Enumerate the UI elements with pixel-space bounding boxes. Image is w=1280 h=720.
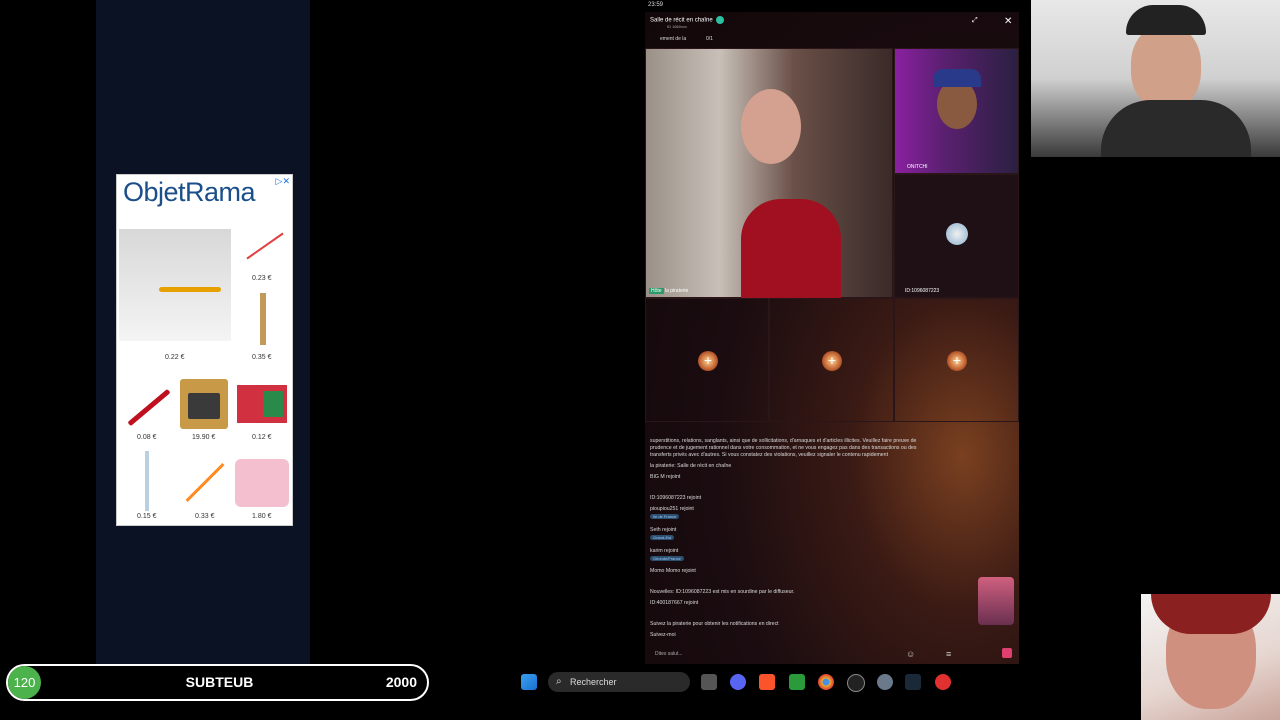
- ad-product-pen-large[interactable]: [119, 229, 231, 341]
- location-chip: Grand-Est: [650, 535, 675, 540]
- ad-product-wood-box[interactable]: [180, 379, 228, 429]
- search-icon: ⌕: [556, 676, 562, 687]
- ad-price: 0.23 €: [252, 275, 272, 282]
- live-app-window: Hôte la piraterie ONITCHI ID:1096087223 …: [645, 12, 1019, 664]
- add-seat-icon: +: [698, 351, 718, 371]
- goal-name: SUBTEUB: [185, 674, 254, 690]
- goal-target: 2000: [385, 674, 417, 690]
- add-seat-icon: +: [947, 351, 967, 371]
- ad-price: 1.80 €: [252, 513, 272, 520]
- chat-message: ID:1096087223 rejoint: [650, 495, 702, 501]
- room-header: Salle de récit en chaîne: [650, 16, 725, 24]
- emoji-icon[interactable]: ☺: [906, 649, 915, 659]
- sub-goal-bar: 120 SUBTEUB 2000: [6, 664, 429, 701]
- ad-price: 0.35 €: [252, 354, 272, 361]
- webcam-guest: [1141, 594, 1280, 720]
- add-seat-icon: +: [822, 351, 842, 371]
- seat-empty-3[interactable]: +: [894, 298, 1019, 422]
- ad-price: 0.33 €: [195, 513, 215, 520]
- ad-product-red-pen[interactable]: [121, 381, 173, 431]
- follow-button[interactable]: Suivez-moi: [650, 632, 676, 639]
- gift-banner[interactable]: [978, 577, 1014, 625]
- minimize-icon[interactable]: ⤢: [972, 17, 978, 25]
- menu-icon[interactable]: ≡: [946, 649, 951, 659]
- ad-price: 19.90 €: [192, 434, 216, 441]
- chat-chip-row: Ile de France: [650, 514, 681, 521]
- header-counter: 0/1: [706, 36, 713, 42]
- seat-empty-1[interactable]: +: [645, 298, 769, 422]
- location-chip: Gironde/France: [650, 556, 684, 561]
- advertisement[interactable]: ObjetRama ▷✕ 0.23 € 0.22 € 0.35 € 0.08 €…: [116, 174, 293, 526]
- header-tab[interactable]: ement de la: [660, 36, 686, 42]
- chrome-icon[interactable]: [818, 674, 834, 690]
- chat-message: transferts privés avec d'autres. Si vous…: [650, 452, 889, 458]
- search-label: Rechercher: [570, 677, 617, 687]
- task-view-icon[interactable]: [701, 674, 717, 690]
- avatar: [946, 223, 968, 245]
- ad-product-pink-bottle[interactable]: [235, 459, 289, 507]
- chat-message: BIG M rejoint: [650, 474, 681, 480]
- spreadsheet-icon[interactable]: [789, 674, 805, 690]
- seat-empty-2[interactable]: +: [769, 298, 894, 422]
- ad-product-white-pen[interactable]: [145, 451, 149, 511]
- host-label: la piraterie: [664, 288, 689, 294]
- ad-product-red-kit[interactable]: [237, 385, 287, 423]
- ad-price: 0.12 €: [252, 434, 272, 441]
- host-badge: Hôte: [649, 288, 664, 294]
- ad-product-orange-pen[interactable]: [177, 455, 231, 509]
- close-icon[interactable]: ✕: [1004, 16, 1012, 27]
- video-host[interactable]: Hôte la piraterie: [645, 48, 893, 299]
- adchoices-icon[interactable]: ▷✕: [276, 176, 290, 187]
- media-player-icon[interactable]: [935, 674, 951, 690]
- seat-occupied[interactable]: ID:1096087223: [894, 174, 1019, 298]
- windows-start-icon[interactable]: [521, 674, 537, 690]
- chat-message: superstitions, relations, sanglants, ain…: [650, 438, 917, 444]
- chat-message: Seth rejoint: [650, 527, 677, 533]
- settings-icon[interactable]: [877, 674, 893, 690]
- brave-icon[interactable]: [759, 674, 775, 690]
- chat-message: Momo Momo rejoint: [650, 568, 696, 574]
- ad-price: 0.15 €: [137, 513, 157, 520]
- chat-chip-row: Grand-Est: [650, 535, 676, 542]
- chat-message: pioupiou251 rejoint: [650, 506, 694, 512]
- location-chip: Ile de France: [650, 514, 680, 519]
- room-subtitle: ID 1660xxx: [667, 24, 688, 29]
- chat-message: la piraterie: Salle de récit en chaîne: [650, 463, 732, 469]
- chat-message: prudence et de jugement rationnel dans v…: [650, 445, 917, 451]
- steam-icon[interactable]: [905, 674, 921, 690]
- seat-label: ID:1096087223: [905, 288, 940, 294]
- verified-icon: [716, 16, 725, 24]
- chat-message: ID:400187667 rejoint: [650, 600, 699, 606]
- ad-price: 0.08 €: [137, 434, 157, 441]
- ad-product-pen-1[interactable]: [237, 221, 289, 271]
- chat-message: Nouvelles: ID:1096087223 est mis en sour…: [650, 589, 795, 595]
- taskbar-search[interactable]: ⌕ Rechercher: [548, 672, 690, 692]
- ad-price: 0.22 €: [165, 354, 185, 361]
- room-title: Salle de récit en chaîne: [650, 17, 713, 24]
- video-guest[interactable]: ONITCHI: [894, 48, 1019, 174]
- obs-icon[interactable]: [847, 674, 865, 692]
- webcam-streamer: [1031, 0, 1280, 157]
- chat-message: Suivez la piraterie pour obtenir les not…: [650, 621, 779, 627]
- chat-input[interactable]: Dites salut...: [655, 651, 683, 657]
- chat-chip-row: Gironde/France: [650, 556, 686, 563]
- discord-icon[interactable]: [730, 674, 746, 690]
- ad-logo: ObjetRama: [123, 177, 256, 207]
- ad-product-pencil[interactable]: [260, 293, 266, 345]
- status-time: 23:59: [648, 2, 664, 8]
- chat-message: karim rejoint: [650, 548, 679, 554]
- gift-icon[interactable]: [1002, 648, 1012, 658]
- guest-label: ONITCHI: [907, 164, 928, 170]
